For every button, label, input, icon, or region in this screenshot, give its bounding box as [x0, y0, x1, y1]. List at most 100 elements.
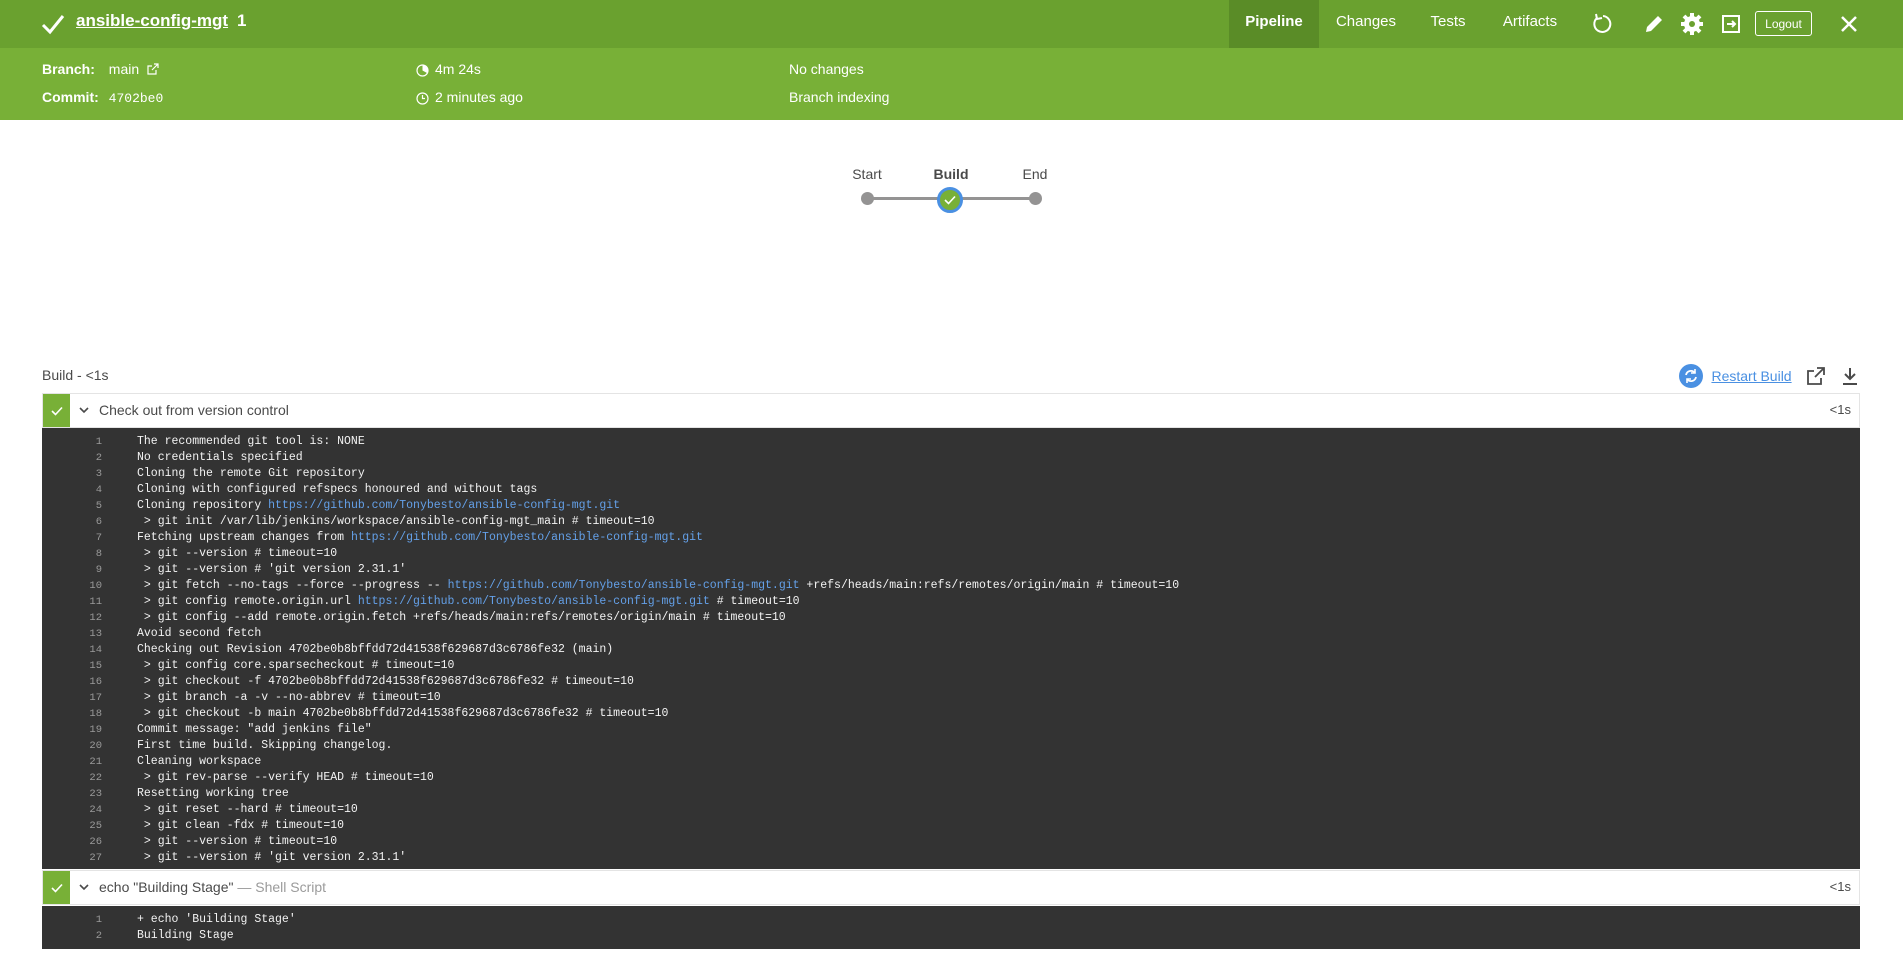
step-status	[43, 394, 70, 427]
log-line-text: Cloning the remote Git repository	[137, 467, 365, 480]
log-line-number[interactable]: 1	[42, 434, 102, 450]
tab-tests[interactable]: Tests	[1413, 0, 1483, 48]
log-url-link[interactable]: https://github.com/Tonybesto/ansible-con…	[358, 595, 710, 608]
log-line: 25 > git clean -fdx # timeout=10	[42, 818, 1860, 834]
step-row[interactable]: echo "Building Stage" — Shell Script <1s	[42, 870, 1860, 905]
close-icon[interactable]	[1837, 12, 1861, 36]
log-line-number[interactable]: 13	[42, 626, 102, 642]
replay-icon[interactable]	[1591, 12, 1615, 36]
log-line-text: > git checkout -b main 4702be0b8bffdd72d…	[137, 707, 669, 720]
log-line-number[interactable]: 21	[42, 754, 102, 770]
log-line: 10 > git fetch --no-tags --force --progr…	[42, 578, 1860, 594]
log-line-number[interactable]: 23	[42, 786, 102, 802]
step-row[interactable]: Check out from version control <1s	[42, 393, 1860, 428]
log-line-number[interactable]: 2	[42, 450, 102, 466]
log-line: 11 > git config remote.origin.url https:…	[42, 594, 1860, 610]
tab-changes[interactable]: Changes	[1328, 0, 1404, 48]
log-line-number[interactable]: 22	[42, 770, 102, 786]
log-line: 27 > git --version # 'git version 2.31.1…	[42, 850, 1860, 866]
chevron-down-icon[interactable]	[79, 405, 89, 415]
log-line-text: > git config remote.origin.url https://g…	[137, 595, 800, 608]
stage-label-build[interactable]: Build	[934, 166, 969, 182]
log-line-number[interactable]: 12	[42, 610, 102, 626]
log-line: 26 > git --version # timeout=10	[42, 834, 1860, 850]
log-line-text: > git init /var/lib/jenkins/workspace/an…	[137, 515, 655, 528]
log-line-number[interactable]: 15	[42, 658, 102, 674]
log-line-text: The recommended git tool is: NONE	[137, 435, 365, 448]
stage-node-build[interactable]	[937, 187, 963, 213]
log-line: 2 No credentials specified	[42, 450, 1860, 466]
log-line-number[interactable]: 11	[42, 594, 102, 610]
log-line-number[interactable]: 5	[42, 498, 102, 514]
log-line-number[interactable]: 9	[42, 562, 102, 578]
commit-row: Commit: 4702be0	[42, 89, 163, 106]
log-url-link[interactable]: https://github.com/Tonybesto/ansible-con…	[448, 579, 800, 592]
log-url-link[interactable]: https://github.com/Tonybesto/ansible-con…	[268, 499, 620, 512]
restart-build-label[interactable]: Restart Build	[1711, 368, 1791, 384]
log-line-text: Avoid second fetch	[137, 627, 262, 640]
log-line-text: > git --version # 'git version 2.31.1'	[137, 851, 407, 864]
log-line-number[interactable]: 27	[42, 850, 102, 866]
step-name: echo "Building Stage" — Shell Script	[99, 879, 326, 895]
log-line: 12 > git config --add remote.origin.fetc…	[42, 610, 1860, 626]
log-line: 14 Checking out Revision 4702be0b8bffdd72…	[42, 642, 1860, 658]
log-url-link[interactable]: https://github.com/Tonybesto/ansible-con…	[351, 531, 703, 544]
log-line: 16 > git checkout -f 4702be0b8bffdd72d41…	[42, 674, 1860, 690]
settings-icon[interactable]	[1680, 12, 1704, 36]
log-line-number[interactable]: 16	[42, 674, 102, 690]
log-line-text: > git --version # timeout=10	[137, 835, 338, 848]
log-line: 15 > git config core.sparsecheckout # ti…	[42, 658, 1860, 674]
log-line-number[interactable]: 25	[42, 818, 102, 834]
log-line-number[interactable]: 2	[42, 928, 102, 944]
graph-connector	[951, 197, 1035, 200]
step-duration: <1s	[1829, 879, 1851, 894]
log-line-number[interactable]: 24	[42, 802, 102, 818]
restart-build-button[interactable]: Restart Build	[1679, 364, 1792, 388]
edit-icon[interactable]	[1642, 12, 1666, 36]
log-line-number[interactable]: 6	[42, 514, 102, 530]
log-line: 13 Avoid second fetch	[42, 626, 1860, 642]
job-name-link[interactable]: ansible-config-mgt	[76, 11, 228, 31]
log-line-number[interactable]: 10	[42, 578, 102, 594]
log-line-number[interactable]: 18	[42, 706, 102, 722]
download-icon[interactable]	[1840, 366, 1860, 386]
log-line-text: > git config core.sparsecheckout # timeo…	[137, 659, 455, 672]
open-in-new-window-icon[interactable]	[1806, 366, 1826, 386]
stage-node-start	[861, 192, 874, 205]
step-name-text: echo "Building Stage"	[99, 879, 234, 895]
log-line-number[interactable]: 17	[42, 690, 102, 706]
commit-value: 4702be0	[108, 91, 164, 106]
branch-value[interactable]: main	[109, 61, 139, 77]
log-line: 1 The recommended git tool is: NONE	[42, 434, 1860, 450]
log-line-number[interactable]: 14	[42, 642, 102, 658]
log-line-text: > git --version # 'git version 2.31.1'	[137, 563, 407, 576]
log-line-number[interactable]: 19	[42, 722, 102, 738]
log-line-number[interactable]: 1	[42, 912, 102, 928]
log-line: 24 > git reset --hard # timeout=10	[42, 802, 1860, 818]
external-link-icon[interactable]	[147, 63, 159, 75]
step-log: 1 The recommended git tool is: NONE 2 No cr…	[42, 428, 1860, 869]
log-line-number[interactable]: 3	[42, 466, 102, 482]
log-line-text: Cloning repository https://github.com/To…	[137, 499, 621, 512]
log-line-text: > git --version # timeout=10	[137, 547, 338, 560]
log-line-number[interactable]: 8	[42, 546, 102, 562]
started-value: 2 minutes ago	[435, 89, 523, 105]
step-status	[43, 871, 70, 904]
restart-icon	[1679, 364, 1703, 388]
tab-artifacts[interactable]: Artifacts	[1492, 0, 1568, 48]
log-line: 23 Resetting working tree	[42, 786, 1860, 802]
step-duration: <1s	[1829, 402, 1851, 417]
exit-icon[interactable]	[1719, 12, 1743, 36]
log-line-number[interactable]: 7	[42, 530, 102, 546]
branch-row: Branch: main	[42, 61, 165, 77]
log-line-number[interactable]: 4	[42, 482, 102, 498]
log-line: 6 > git init /var/lib/jenkins/workspace/…	[42, 514, 1860, 530]
tab-pipeline[interactable]: Pipeline	[1229, 0, 1319, 48]
log-line: 18 > git checkout -b main 4702be0b8bffdd…	[42, 706, 1860, 722]
log-line-text: Checking out Revision 4702be0b8bffdd72d4…	[137, 643, 614, 656]
chevron-down-icon[interactable]	[79, 882, 89, 892]
stage-label-start: Start	[852, 166, 882, 182]
log-line-number[interactable]: 20	[42, 738, 102, 754]
log-line-number[interactable]: 26	[42, 834, 102, 850]
logout-button[interactable]: Logout	[1755, 11, 1812, 36]
